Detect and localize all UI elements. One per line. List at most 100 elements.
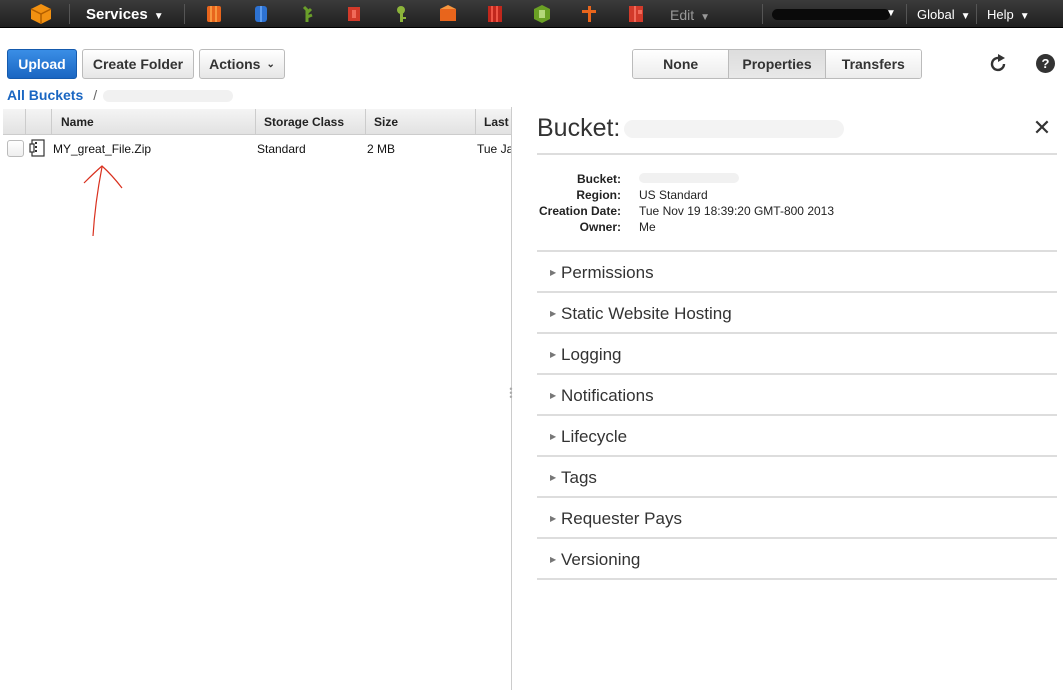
section-versioning[interactable]: ▶ Versioning	[537, 539, 1057, 580]
section-label: Versioning	[561, 550, 641, 569]
detail-value-creation-date: Tue Nov 19 18:39:20 GMT-800 2013	[639, 204, 835, 218]
services-label: Services	[86, 6, 148, 23]
ec2-icon[interactable]	[204, 4, 224, 24]
chevron-down-icon: ⌄	[266, 58, 275, 70]
chevron-down-icon: ▼	[886, 8, 896, 19]
nav-divider	[906, 4, 907, 24]
upload-button[interactable]: Upload	[7, 49, 77, 79]
table-row[interactable]: MY_great_File.Zip Standard 2 MB Tue Ja	[3, 136, 511, 162]
breadcrumb-bucket-name-redacted[interactable]	[103, 90, 234, 103]
panel-divider	[537, 153, 1057, 155]
bucket-details: Bucket: Region: US Standard Creation Dat…	[537, 172, 1057, 236]
expand-triangle-icon: ▶	[550, 350, 557, 359]
dynamodb-icon[interactable]	[251, 4, 271, 24]
expand-triangle-icon: ▶	[550, 268, 557, 277]
expand-triangle-icon: ▶	[550, 555, 557, 564]
breadcrumb-all-buckets-link[interactable]: All Buckets	[7, 87, 83, 103]
detail-row: Creation Date: Tue Nov 19 18:39:20 GMT-8…	[537, 204, 1057, 220]
detail-key-bucket: Bucket:	[576, 172, 621, 186]
help-label: Help	[987, 7, 1014, 22]
edit-label: Edit	[670, 7, 695, 23]
section-permissions[interactable]: ▶ Permissions	[537, 252, 1057, 293]
iam-icon[interactable]	[391, 4, 411, 24]
region-label: Global	[917, 7, 955, 22]
section-logging[interactable]: ▶ Logging	[537, 334, 1057, 375]
column-header-last-modified[interactable]: Last	[475, 109, 511, 135]
chevron-down-icon: ▼	[960, 11, 971, 22]
expand-triangle-icon: ▶	[550, 473, 557, 482]
section-label: Permissions	[561, 263, 654, 282]
cloudwatch-icon[interactable]	[579, 4, 599, 24]
select-all-column[interactable]	[3, 109, 25, 135]
vpc-icon[interactable]	[532, 4, 552, 24]
detail-value-region: US Standard	[639, 188, 708, 202]
actions-label: Actions	[209, 56, 261, 72]
top-nav-bar: Services ▼ Edit ▼ ▼ Global ▼ Help ▼	[0, 0, 1063, 28]
section-label: Notifications	[561, 386, 654, 405]
breadcrumb-separator: /	[93, 87, 98, 103]
region-menu[interactable]: Global ▼	[917, 7, 970, 22]
create-folder-button[interactable]: Create Folder	[82, 49, 194, 79]
properties-title-label: Bucket:	[537, 114, 621, 142]
icon-column	[25, 109, 51, 135]
section-lifecycle[interactable]: ▶ Lifecycle	[537, 416, 1057, 457]
file-name[interactable]: MY_great_File.Zip	[53, 142, 253, 156]
column-header-size[interactable]: Size	[365, 109, 475, 135]
zip-file-icon	[29, 139, 45, 157]
close-icon[interactable]: ✕	[1032, 117, 1052, 139]
file-last-modified: Tue Ja	[477, 142, 511, 156]
file-size: 2 MB	[367, 142, 396, 156]
account-name-redacted[interactable]	[772, 9, 890, 20]
nav-divider	[184, 4, 185, 24]
properties-title: Bucket:	[537, 114, 845, 143]
column-header-name[interactable]: Name	[51, 109, 255, 135]
help-menu[interactable]: Help ▼	[987, 7, 1030, 22]
section-static-website-hosting[interactable]: ▶ Static Website Hosting	[537, 293, 1057, 334]
detail-value-bucket	[639, 172, 739, 186]
edit-menu[interactable]: Edit ▼	[670, 7, 710, 23]
detail-key-owner: Owner:	[579, 220, 621, 234]
chevron-down-icon: ▼	[1019, 11, 1030, 22]
detail-row: Owner: Me	[537, 220, 1057, 236]
chevron-down-icon: ▼	[700, 12, 711, 23]
tab-none[interactable]: None	[633, 50, 730, 78]
bucket-value-redacted	[639, 173, 739, 183]
tab-properties[interactable]: Properties	[729, 50, 826, 78]
table-header: Name Storage Class Size Last	[3, 109, 511, 135]
section-label: Static Website Hosting	[561, 304, 732, 323]
file-storage-class: Standard	[257, 142, 306, 156]
section-label: Logging	[561, 345, 622, 364]
chevron-down-icon: ▼	[153, 11, 164, 22]
red-annotation-arrow	[83, 165, 123, 237]
tab-transfers[interactable]: Transfers	[825, 50, 921, 78]
s3-icon[interactable]	[485, 4, 505, 24]
section-requester-pays[interactable]: ▶ Requester Pays	[537, 498, 1057, 539]
splitter-grip-icon[interactable]: • • •	[508, 385, 514, 403]
nav-divider	[69, 4, 70, 24]
expand-triangle-icon: ▶	[550, 309, 557, 318]
section-tags[interactable]: ▶ Tags	[537, 457, 1057, 498]
bucket-name-redacted	[624, 120, 845, 139]
expand-triangle-icon: ▶	[550, 514, 557, 523]
cloudformation-icon[interactable]	[344, 4, 364, 24]
row-checkbox[interactable]	[7, 140, 24, 157]
refresh-icon[interactable]	[987, 53, 1009, 75]
column-header-storage-class[interactable]: Storage Class	[255, 109, 365, 135]
detail-row: Region: US Standard	[537, 188, 1057, 204]
glacier-icon[interactable]	[626, 4, 646, 24]
help-icon[interactable]: ?	[1036, 54, 1055, 73]
detail-value-owner: Me	[639, 220, 656, 234]
aws-cube-logo-icon[interactable]	[30, 3, 52, 25]
section-notifications[interactable]: ▶ Notifications	[537, 375, 1057, 416]
cloudfront-icon[interactable]	[438, 4, 458, 24]
services-menu[interactable]: Services ▼	[86, 6, 164, 23]
expand-triangle-icon: ▶	[550, 432, 557, 441]
nav-divider	[762, 4, 763, 24]
elastic-beanstalk-icon[interactable]	[298, 4, 318, 24]
section-label: Tags	[561, 468, 597, 487]
nav-divider	[976, 4, 977, 24]
detail-key-creation-date: Creation Date:	[538, 204, 621, 218]
actions-button[interactable]: Actions ⌄	[199, 49, 285, 79]
breadcrumb: All Buckets /	[7, 87, 234, 103]
expand-triangle-icon: ▶	[550, 391, 557, 400]
